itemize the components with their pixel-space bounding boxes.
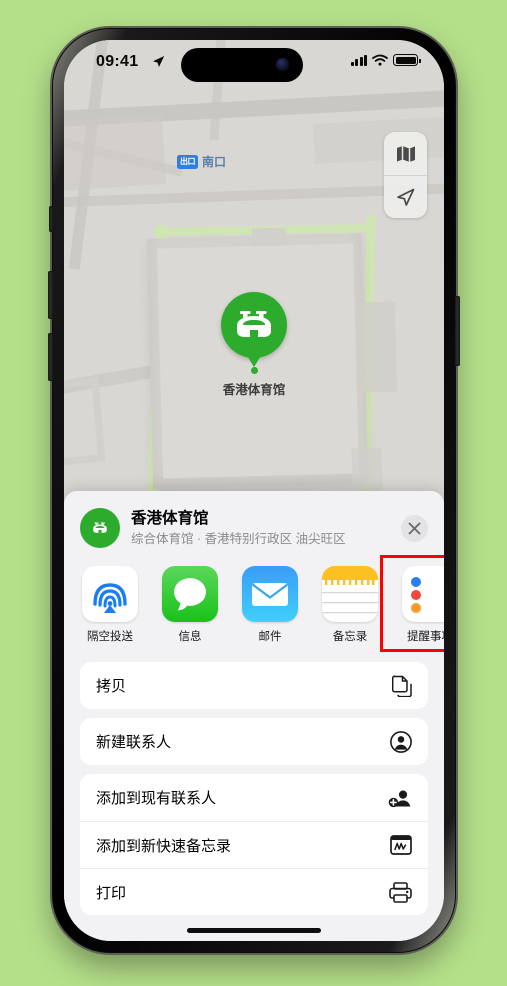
home-indicator[interactable] xyxy=(187,928,321,933)
share-app-label: 提醒事项 xyxy=(407,631,444,643)
navigation-arrow-icon xyxy=(397,188,415,206)
pin-label: 香港体育馆 xyxy=(222,383,286,397)
close-button[interactable] xyxy=(401,514,428,542)
stadium-icon xyxy=(93,522,107,533)
map-place-pin[interactable]: 香港体育馆 xyxy=(221,292,287,398)
reminders-icon xyxy=(402,566,444,622)
share-sheet-header: 香港体育馆 综合体育馆 · 香港特别行政区 油尖旺区 xyxy=(64,491,444,561)
notes-icon xyxy=(322,566,378,622)
action-label: 新建联系人 xyxy=(96,734,172,751)
status-bar: 09:41 xyxy=(64,40,444,88)
place-title: 香港体育馆 xyxy=(131,510,209,528)
person-circle-icon xyxy=(390,730,412,753)
phone-frame: 出口 南口 香港体育馆 09:41 香港体育馆 综合体育馆 · 香港特别行政区 … xyxy=(48,28,460,953)
wifi-icon xyxy=(372,54,388,66)
share-app-airdrop[interactable]: 隔空投送 xyxy=(82,566,138,644)
action-add-quick-note[interactable]: 添加到新快速备忘录 xyxy=(80,821,428,868)
pin-anchor-dot xyxy=(250,367,258,374)
action-label: 添加到新快速备忘录 xyxy=(96,837,232,855)
share-app-mail[interactable]: 邮件 xyxy=(242,566,298,644)
stadium-icon xyxy=(237,311,271,337)
action-label: 添加到现有联系人 xyxy=(96,790,217,807)
volume-down-button[interactable] xyxy=(48,333,53,381)
printer-icon xyxy=(389,881,412,903)
close-icon xyxy=(408,522,421,534)
location-arrow-icon xyxy=(153,56,165,67)
share-app-reminders[interactable]: 提醒事项 xyxy=(402,566,444,644)
messages-icon xyxy=(162,566,218,622)
share-app-notes[interactable]: 备忘录 xyxy=(322,566,378,644)
map-layers-button[interactable] xyxy=(384,132,427,175)
share-app-label: 信息 xyxy=(178,631,202,643)
action-copy[interactable]: 拷贝 xyxy=(80,662,428,709)
battery-icon xyxy=(393,54,421,66)
silent-switch[interactable] xyxy=(49,206,53,232)
place-info: 香港体育馆 综合体育馆 · 香港特别行政区 油尖旺区 xyxy=(131,509,401,547)
copy-icon xyxy=(392,674,412,697)
action-print[interactable]: 打印 xyxy=(80,868,428,915)
pin-bubble[interactable] xyxy=(221,292,287,358)
current-location-button[interactable] xyxy=(384,175,427,218)
cellular-bars-icon xyxy=(350,54,367,66)
phone-screen: 出口 南口 香港体育馆 09:41 香港体育馆 综合体育馆 · 香港特别行政区 … xyxy=(64,40,444,941)
action-label: 拷贝 xyxy=(96,678,127,695)
folded-map-icon xyxy=(396,145,415,162)
share-app-messages[interactable]: 信息 xyxy=(162,566,218,644)
action-add-existing-contact[interactable]: 添加到现有联系人 xyxy=(80,774,428,821)
screenshot-root: 出口 南口 香港体育馆 09:41 香港体育馆 综合体育馆 · 香港特别行政区 … xyxy=(0,0,507,986)
transit-label-text: 南口 xyxy=(202,155,227,169)
status-clock: 09:41 xyxy=(96,53,139,70)
power-button[interactable] xyxy=(455,296,460,366)
map-controls[interactable] xyxy=(384,132,427,218)
share-app-label: 隔空投送 xyxy=(87,631,133,643)
share-action-list: 拷贝 新建联系人 添加到现有联系人 添加到新快速备忘录 打印 xyxy=(64,644,444,915)
action-group: 新建联系人 xyxy=(80,718,428,765)
status-indicators xyxy=(350,54,421,66)
dynamic-island xyxy=(181,48,303,82)
volume-up-button[interactable] xyxy=(48,271,53,319)
transit-exit-label[interactable]: 出口 南口 xyxy=(177,153,226,170)
share-sheet: 香港体育馆 综合体育馆 · 香港特别行政区 油尖旺区 隔空投送 信息 邮件 备忘… xyxy=(64,491,444,941)
place-avatar xyxy=(80,508,120,548)
share-app-label: 邮件 xyxy=(258,631,282,643)
action-label: 打印 xyxy=(96,884,127,902)
mail-icon xyxy=(242,566,298,622)
airdrop-icon xyxy=(82,566,138,622)
action-new-contact[interactable]: 新建联系人 xyxy=(80,718,428,765)
place-subtitle: 综合体育馆 · 香港特别行政区 油尖旺区 xyxy=(131,531,346,546)
action-group: 拷贝 xyxy=(80,662,428,709)
quick-note-icon xyxy=(390,835,412,855)
action-group: 添加到现有联系人 添加到新快速备忘录 打印 xyxy=(80,774,428,915)
person-add-icon xyxy=(388,787,412,809)
front-camera xyxy=(276,58,289,71)
transit-badge: 出口 xyxy=(177,154,198,169)
share-app-label: 备忘录 xyxy=(332,631,368,643)
share-app-row[interactable]: 隔空投送 信息 邮件 备忘录 提醒事 xyxy=(64,555,444,652)
